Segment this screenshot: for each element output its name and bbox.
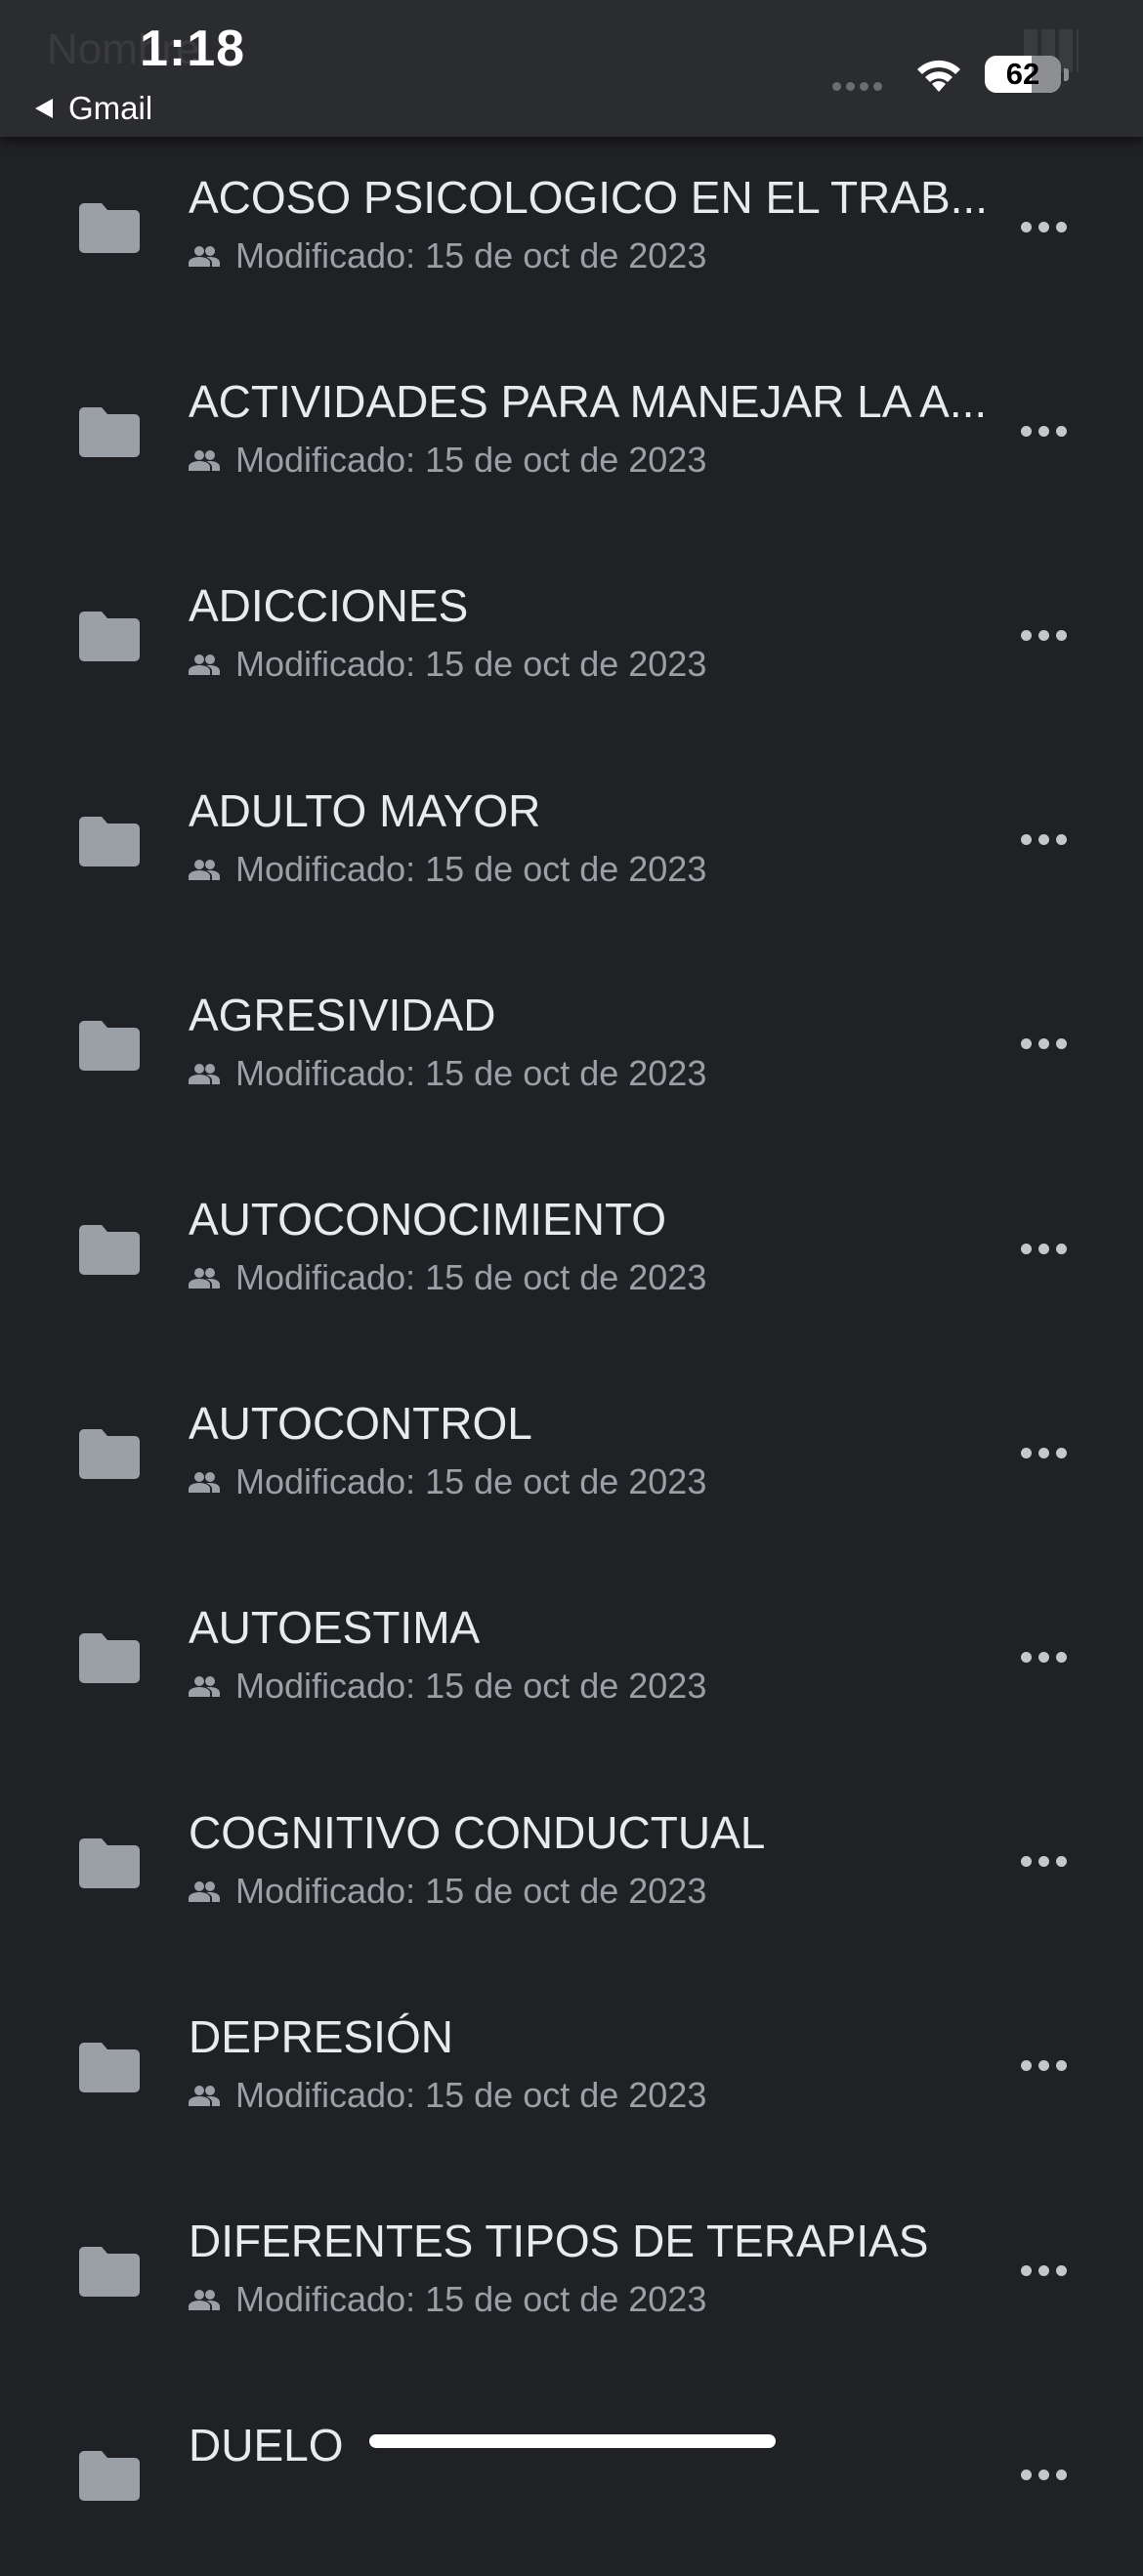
- folder-name: AUTOCONOCIMIENTO: [189, 1194, 666, 1245]
- folder-row[interactable]: AUTOESTIMA Modificado: 15 de oct de 2023: [0, 1554, 1143, 1758]
- folder-meta: Modificado: 15 de oct de 2023: [189, 2279, 706, 2320]
- folder-modified-date: Modificado: 15 de oct de 2023: [235, 235, 707, 275]
- folder-meta: Modificado: 15 de oct de 2023: [189, 1257, 706, 1298]
- shared-people-icon: [189, 1268, 220, 1288]
- more-options-icon[interactable]: [1012, 2037, 1075, 2095]
- back-to-app-button[interactable]: Gmail: [35, 90, 152, 127]
- shared-people-icon: [189, 1676, 220, 1698]
- folder-modified-date: Modificado: 15 de oct de 2023: [235, 644, 707, 685]
- folder-name: COGNITIVO CONDUCTUAL: [189, 1806, 766, 1858]
- back-app-label: Gmail: [68, 90, 153, 126]
- folder-name: DIFERENTES TIPOS DE TERAPIAS: [189, 2216, 929, 2266]
- more-options-icon[interactable]: [1012, 1015, 1075, 1074]
- folder-row[interactable]: DUELO: [0, 2372, 1143, 2576]
- folder-icon: [79, 2042, 140, 2092]
- folder-name: AGRESIVIDAD: [189, 989, 496, 1040]
- folder-modified-date: Modificado: 15 de oct de 2023: [235, 2279, 707, 2319]
- shared-people-icon: [189, 1063, 220, 1084]
- folder-icon: [79, 2451, 140, 2502]
- folder-name: AUTOESTIMA: [189, 1602, 481, 1654]
- folder-icon: [79, 1020, 140, 1071]
- folder-name: ADULTO MAYOR: [189, 784, 541, 836]
- cellular-signal-icon: [832, 82, 882, 91]
- folder-modified-date: Modificado: 15 de oct de 2023: [235, 440, 707, 481]
- back-arrow-icon: [35, 99, 53, 118]
- folder-modified-date: Modificado: 15 de oct de 2023: [235, 1870, 707, 1911]
- battery-icon: 62: [985, 56, 1061, 93]
- folder-row[interactable]: AGRESIVIDAD Modificado: 15 de oct de 2023: [0, 942, 1143, 1146]
- status-time: 1:18: [140, 21, 246, 77]
- folder-icon: [79, 1225, 140, 1275]
- more-options-icon[interactable]: [1012, 197, 1075, 256]
- more-options-icon[interactable]: [1012, 1833, 1075, 1891]
- shared-people-icon: [189, 1880, 220, 1902]
- folder-row[interactable]: ACOSO PSICOLOGICO EN EL TRAB... Modificad…: [0, 124, 1143, 328]
- folder-modified-date: Modificado: 15 de oct de 2023: [235, 1461, 707, 1502]
- folder-icon: [79, 1837, 140, 1888]
- folder-modified-date: Modificado: 15 de oct de 2023: [235, 2074, 707, 2115]
- folder-modified-date: Modificado: 15 de oct de 2023: [235, 1052, 707, 1093]
- wifi-icon: [917, 60, 960, 92]
- more-options-icon[interactable]: [1012, 1627, 1075, 1686]
- shared-people-icon: [189, 450, 220, 472]
- folder-name: DEPRESIÓN: [189, 2010, 453, 2062]
- folder-row[interactable]: AUTOCONOCIMIENTO Modificado: 15 de oct de…: [0, 1146, 1143, 1350]
- more-options-icon[interactable]: [1012, 811, 1075, 869]
- folder-icon: [79, 407, 140, 458]
- folder-row[interactable]: AUTOCONTROL Modificado: 15 de oct de 2023: [0, 1350, 1143, 1554]
- folder-name: AUTOCONTROL: [189, 1398, 532, 1450]
- folder-icon: [79, 203, 140, 253]
- folder-icon: [79, 1633, 140, 1684]
- folder-row[interactable]: ADULTO MAYOR Modificado: 15 de oct de 202…: [0, 738, 1143, 942]
- folder-modified-date: Modificado: 15 de oct de 2023: [235, 848, 707, 889]
- folder-row[interactable]: COGNITIVO CONDUCTUAL Modificado: 15 de oc…: [0, 1759, 1143, 1964]
- more-options-icon[interactable]: [1012, 1423, 1075, 1482]
- shared-people-icon: [189, 655, 220, 676]
- folder-name: ACOSO PSICOLOGICO EN EL TRAB...: [189, 172, 988, 223]
- folder-meta: Modificado: 15 de oct de 2023: [189, 1461, 706, 1502]
- shared-people-icon: [189, 246, 220, 267]
- more-options-icon[interactable]: [1012, 1219, 1075, 1278]
- folder-meta: Modificado: 15 de oct de 2023: [189, 1871, 706, 1912]
- folder-meta: Modificado: 15 de oct de 2023: [189, 2075, 706, 2116]
- folder-meta: Modificado: 15 de oct de 2023: [189, 1666, 706, 1707]
- shared-people-icon: [189, 2290, 220, 2310]
- folder-icon: [79, 2247, 140, 2297]
- folder-meta: Modificado: 15 de oct de 2023: [189, 1053, 706, 1094]
- shared-people-icon: [189, 859, 220, 880]
- more-options-icon[interactable]: [1012, 2241, 1075, 2300]
- folder-name: ADICCIONES: [189, 580, 469, 632]
- folder-modified-date: Modificado: 15 de oct de 2023: [235, 1666, 707, 1707]
- folder-meta: Modificado: 15 de oct de 2023: [189, 849, 706, 890]
- folder-modified-date: Modificado: 15 de oct de 2023: [235, 1257, 707, 1297]
- folder-row[interactable]: DIFERENTES TIPOS DE TERAPIAS Modificado: …: [0, 2168, 1143, 2372]
- home-indicator[interactable]: [369, 2434, 776, 2448]
- folder-icon: [79, 816, 140, 866]
- status-bar: Nombre 1:18 Gmail 62: [0, 0, 1143, 137]
- folder-row[interactable]: DEPRESIÓN Modificado: 15 de oct de 2023: [0, 1964, 1143, 2168]
- folder-meta: Modificado: 15 de oct de 2023: [189, 440, 706, 481]
- folder-icon: [79, 612, 140, 662]
- shared-people-icon: [189, 1472, 220, 1494]
- more-options-icon[interactable]: [1012, 606, 1075, 664]
- more-options-icon[interactable]: [1012, 401, 1075, 460]
- folder-row[interactable]: ACTIVIDADES PARA MANEJAR LA A... Modifica…: [0, 328, 1143, 532]
- folder-name: ACTIVIDADES PARA MANEJAR LA A...: [189, 376, 988, 428]
- folder-meta: Modificado: 15 de oct de 2023: [189, 235, 706, 276]
- battery-cap: [1064, 68, 1069, 81]
- more-options-icon[interactable]: [1012, 2445, 1075, 2504]
- shared-people-icon: [189, 2085, 220, 2106]
- folder-meta: Modificado: 15 de oct de 2023: [189, 644, 706, 685]
- folder-row[interactable]: ADICCIONES Modificado: 15 de oct de 2023: [0, 532, 1143, 737]
- folder-icon: [79, 1429, 140, 1480]
- battery-level: 62: [1005, 57, 1040, 91]
